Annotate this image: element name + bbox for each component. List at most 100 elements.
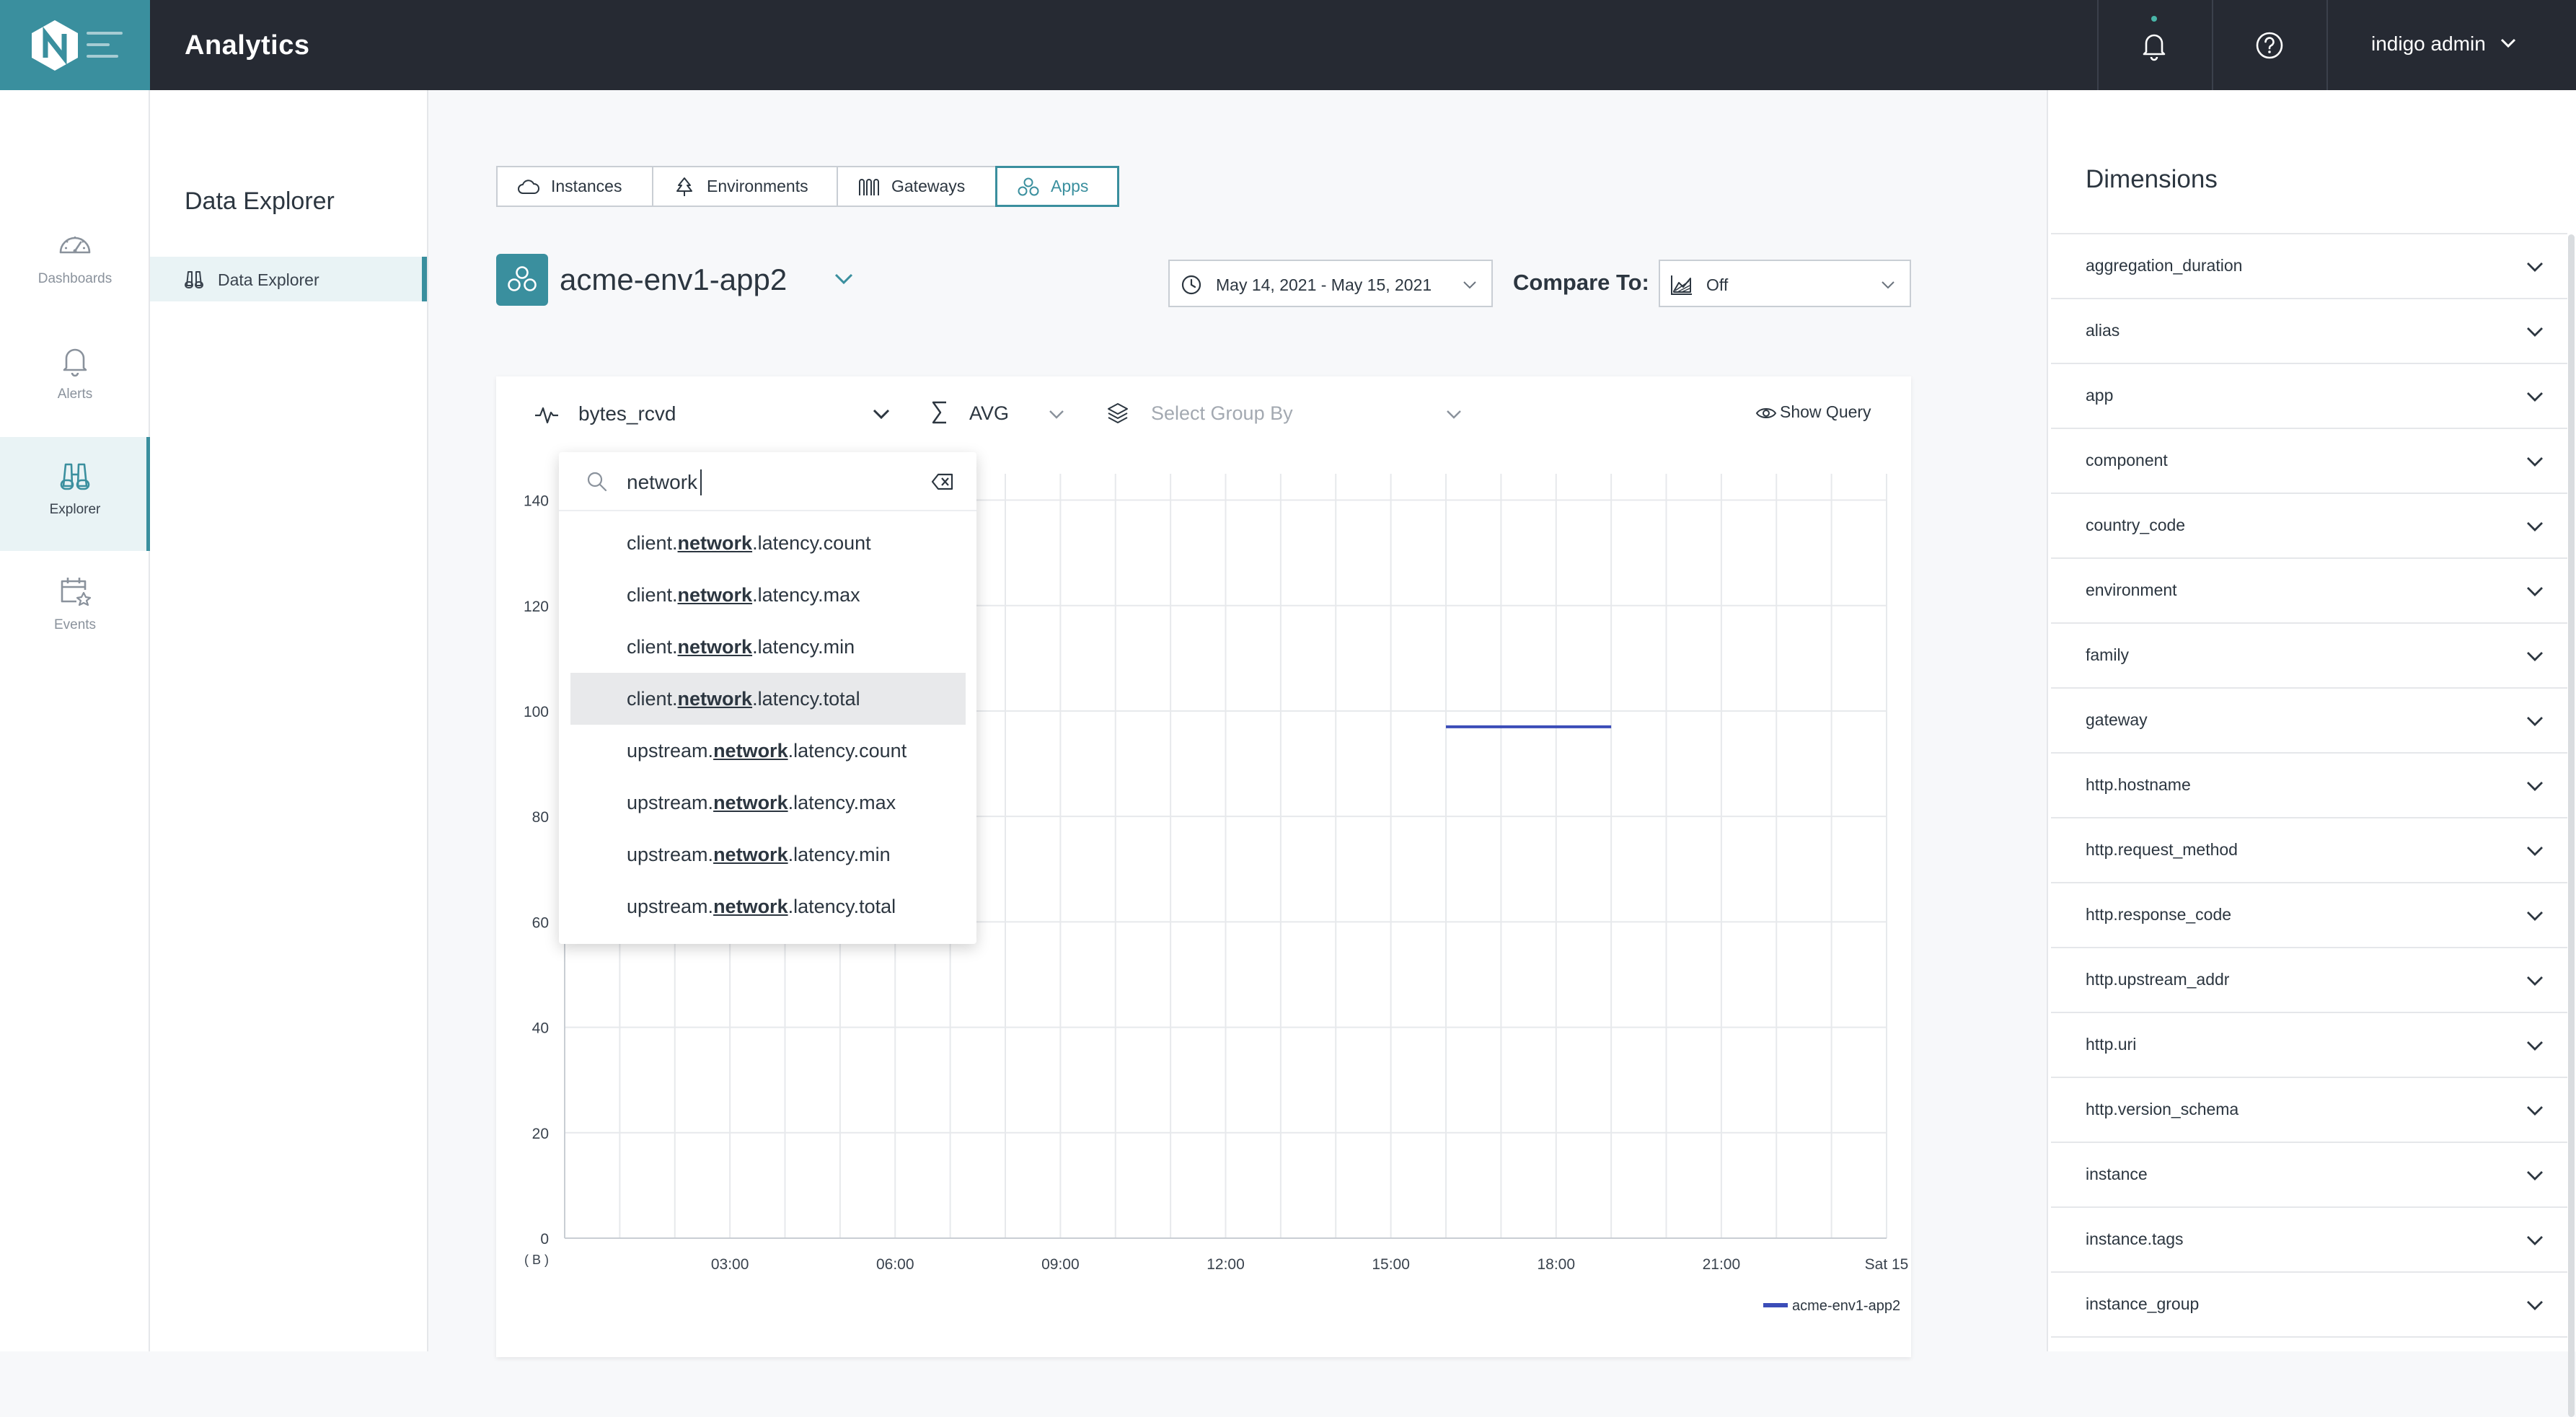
chevron-down-icon[interactable] (2525, 1168, 2545, 1183)
secondary-sidebar: Data Explorer Data Explorer (150, 90, 428, 1351)
dimension-item[interactable]: instance (2051, 1143, 2567, 1208)
chevron-down-icon[interactable] (2525, 389, 2545, 404)
metric-select[interactable]: bytes_rcvd (578, 402, 676, 425)
pulse-icon (535, 407, 558, 424)
dimension-item[interactable]: environment (2051, 559, 2567, 624)
chevron-down-icon[interactable] (2525, 1038, 2545, 1053)
dimension-item[interactable]: instance.tags (2051, 1208, 2567, 1273)
user-menu[interactable]: indigo admin (2371, 32, 2486, 56)
left-nav: Dashboards Alerts Explorer Events (0, 90, 151, 1351)
metric-option[interactable]: client.network.latency.min (570, 621, 966, 673)
metric-option-suffix: .latency.min (752, 636, 855, 658)
chevron-down-icon[interactable] (1048, 408, 1065, 420)
nav-item-explorer[interactable]: Explorer (0, 437, 151, 551)
legend-label[interactable]: acme-env1-app2 (1792, 1298, 1900, 1314)
chevron-down-icon[interactable] (2525, 325, 2545, 339)
app-name[interactable]: acme-env1-app2 (560, 262, 787, 297)
dimension-item[interactable]: app (2051, 364, 2567, 429)
bell-icon[interactable] (2136, 27, 2172, 63)
sidebar-item-data-explorer[interactable]: Data Explorer (150, 257, 427, 301)
dimension-item[interactable]: http.request_method (2051, 818, 2567, 883)
nav-item-events[interactable]: Events (0, 552, 150, 666)
chevron-down-icon[interactable] (1445, 408, 1463, 420)
dimension-item[interactable]: http.hostname (2051, 754, 2567, 818)
hamburger-menu-icon[interactable] (87, 32, 123, 58)
metric-option-match: network (713, 844, 788, 865)
binoculars-icon (185, 271, 203, 288)
dimension-item[interactable]: http.version_schema (2051, 1078, 2567, 1143)
y-axis-unit: ( B ) (524, 1253, 549, 1267)
chevron-down-icon[interactable] (2525, 454, 2545, 469)
metric-option[interactable]: upstream.network.latency.min (570, 829, 966, 880)
show-query-label: Show Query (1780, 402, 1871, 421)
chevron-down-icon[interactable] (2525, 1103, 2545, 1118)
dimension-item[interactable]: gateway (2051, 689, 2567, 754)
dimension-item[interactable]: instance_group (2051, 1273, 2567, 1338)
date-range-picker[interactable]: May 14, 2021 - May 15, 2021 (1168, 260, 1493, 307)
chevron-down-icon[interactable] (2525, 779, 2545, 793)
chevron-down-icon[interactable] (2525, 714, 2545, 728)
sigma-icon (932, 401, 946, 424)
help-icon[interactable] (2251, 27, 2288, 63)
metric-option-suffix: .latency.count (752, 532, 871, 554)
metric-option[interactable]: client.network.latency.count (570, 517, 966, 569)
search-icon (587, 472, 607, 492)
dimension-item[interactable]: http.response_code (2051, 883, 2567, 948)
tab-gateways[interactable]: Gateways (837, 166, 997, 207)
chevron-down-icon[interactable] (2525, 649, 2545, 663)
metric-option[interactable]: client.network.latency.max (570, 569, 966, 621)
dimension-item[interactable]: country_code (2051, 494, 2567, 559)
metric-option[interactable]: upstream.network.latency.total (570, 880, 966, 932)
chevron-down-icon[interactable] (2525, 974, 2545, 988)
dimension-item[interactable]: http.upstream_addr (2051, 948, 2567, 1013)
metric-option-match: network (677, 532, 753, 554)
scrollbar[interactable] (2568, 234, 2575, 1417)
brand-logo-area[interactable] (0, 0, 150, 90)
dimension-label: http.upstream_addr (2086, 970, 2230, 989)
sidebar-title: Data Explorer (185, 187, 335, 215)
chevron-down-icon (1463, 281, 1476, 289)
gateway-icon (859, 178, 879, 195)
chevron-down-icon[interactable] (2525, 584, 2545, 599)
x-tick-label: 06:00 (876, 1256, 914, 1273)
tab-environments[interactable]: Environments (652, 166, 838, 207)
chevron-down-icon[interactable] (833, 271, 855, 287)
chevron-down-icon[interactable] (2525, 260, 2545, 274)
entity-tabs: Instances Environments Gateways Apps (496, 166, 1119, 207)
apps-icon (1018, 177, 1039, 195)
metric-option[interactable]: upstream.network.latency.max (570, 777, 966, 829)
dimension-item[interactable]: family (2051, 624, 2567, 689)
metric-option-prefix: client. (627, 584, 678, 606)
chevron-down-icon[interactable] (2525, 1298, 2545, 1312)
clear-input-icon[interactable] (930, 471, 955, 493)
metric-option[interactable]: upstream.network.latency.count (570, 725, 966, 777)
x-tick-label: 18:00 (1537, 1256, 1575, 1273)
aggregation-select[interactable]: AVG (969, 402, 1009, 425)
compare-to-select[interactable]: Off (1659, 260, 1911, 307)
y-tick-label: 80 (532, 809, 549, 826)
metric-option[interactable]: client.network.latency.total (570, 673, 966, 725)
chevron-down-icon[interactable] (2525, 844, 2545, 858)
nav-item-alerts[interactable]: Alerts (0, 322, 150, 436)
chevron-down-icon[interactable] (2525, 909, 2545, 923)
chevron-down-icon (1882, 281, 1894, 289)
dimension-item[interactable]: component (2051, 429, 2567, 494)
dimension-item[interactable]: alias (2051, 299, 2567, 364)
tab-label: Instances (551, 177, 622, 195)
dimension-item[interactable]: aggregation_duration (2051, 234, 2567, 299)
chevron-down-icon[interactable] (2499, 36, 2518, 50)
show-query-button[interactable]: Show Query (1755, 402, 1871, 422)
metric-search-input[interactable] (627, 468, 908, 497)
group-by-select[interactable]: Select Group By (1151, 402, 1293, 425)
tree-icon (676, 177, 692, 196)
metric-option-prefix: upstream. (627, 792, 714, 813)
chevron-down-icon[interactable] (2525, 519, 2545, 534)
chevron-down-icon[interactable] (871, 407, 891, 421)
chevron-down-icon[interactable] (2525, 1233, 2545, 1248)
dimension-item[interactable]: http.uri (2051, 1013, 2567, 1078)
tab-instances[interactable]: Instances (496, 166, 653, 207)
x-tick-label: 21:00 (1703, 1256, 1741, 1273)
nav-item-dashboards[interactable]: Dashboards (0, 206, 150, 320)
tab-apps[interactable]: Apps (995, 166, 1119, 207)
top-bar: Analytics indigo admin (0, 0, 2576, 90)
